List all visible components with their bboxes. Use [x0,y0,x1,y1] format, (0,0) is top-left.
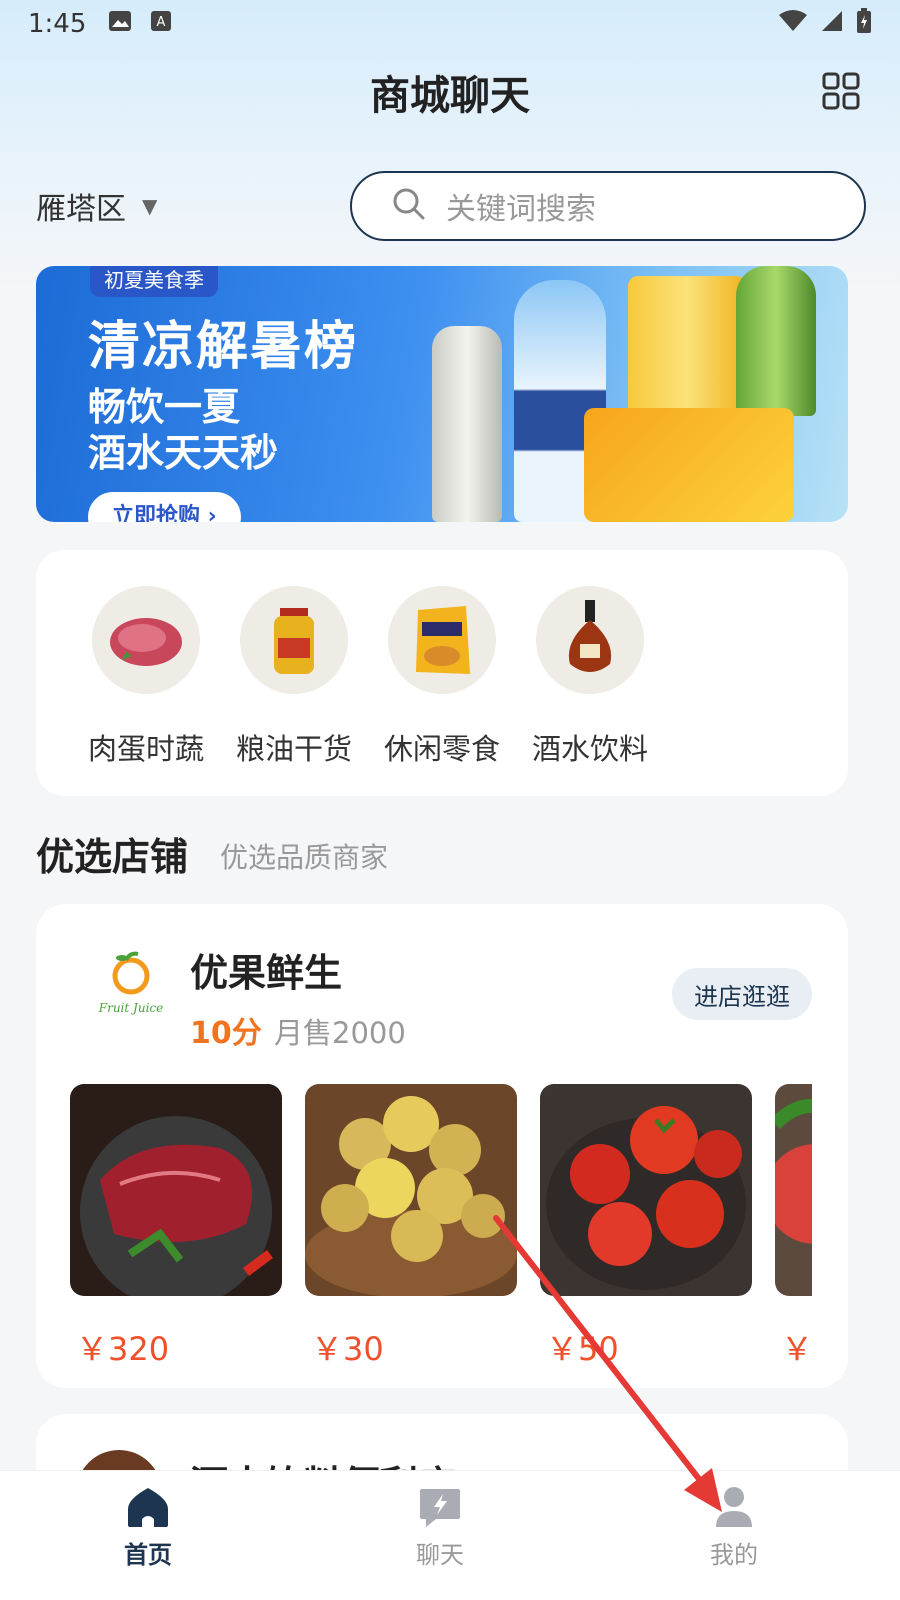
tab-home[interactable]: 首页 [88,1485,208,1570]
goods-item[interactable]: ￥30 [305,1084,517,1364]
search-placeholder: 关键词搜索 [446,192,596,227]
green-bottle-image [736,266,816,416]
goods-price: ￥1 [781,1330,812,1364]
svg-text:A: A [157,15,166,30]
goods-item[interactable]: ￥320 [70,1084,282,1364]
promo-banner[interactable]: 初夏美食季 清凉解暑榜 畅饮一夏 酒水天天秒 立即抢购 › [36,266,848,522]
store-monthly-sales: 月售2000 [274,1016,406,1050]
bottom-tab-bar: 首页 聊天 我的 [0,1470,900,1600]
tab-chat[interactable]: 聊天 [380,1485,500,1570]
goods-item[interactable]: ￥1 [775,1084,812,1364]
home-icon [126,1485,170,1529]
meat-icon [92,586,200,694]
signal-icon [820,9,844,40]
tab-label: 聊天 [416,1541,464,1569]
banner-cta-button[interactable]: 立即抢购 › [88,492,241,522]
enter-store-button[interactable]: 进店逛逛 [672,968,812,1020]
goods-price: ￥320 [76,1330,170,1364]
banner-tag: 初夏美食季 [90,266,218,297]
gallery-icon [108,9,132,39]
status-bar: 1:45 A [0,0,900,48]
liquor-icon [536,586,644,694]
store-card[interactable]: Fruit Juice 优果鲜生 10分 月售2000 进店逛逛 ￥320 ￥3… [36,904,848,1388]
section-title: 优选店铺 [36,835,189,879]
goods-item[interactable]: ￥50 [540,1084,752,1364]
wheat-cake-box-image [584,408,794,522]
category-label: 肉蛋时蔬 [87,732,204,766]
store-logo-text: Fruit Juice [98,1001,163,1015]
dropdown-triangle-icon: ▼ [142,194,158,218]
category-item-meat[interactable]: 肉蛋时蔬 [72,586,220,768]
page-title: 商城聊天 [370,73,530,119]
status-time: 1:45 [28,9,87,39]
tomato-photo [540,1084,752,1296]
search-input[interactable]: 关键词搜索 [350,171,866,241]
section-subtitle: 优选品质商家 [220,841,389,874]
banner-headline: 清凉解暑榜 [88,317,359,377]
tab-profile[interactable]: 我的 [674,1485,794,1570]
tab-label: 我的 [710,1541,758,1569]
search-icon [392,187,426,225]
chat-icon [418,1485,462,1529]
battery-icon [856,7,872,41]
category-card: 肉蛋时蔬 粮油干货 休闲零食 酒水饮料 [36,550,848,796]
snack-icon [388,586,496,694]
category-label: 休闲零食 [383,732,500,766]
category-item-snacks[interactable]: 休闲零食 [368,586,516,768]
font-icon: A [150,9,172,39]
oil-icon [240,586,348,694]
category-label: 酒水饮料 [531,732,648,766]
location-label: 雁塔区 [36,192,126,227]
banner-line-2: 酒水天天秒 [88,431,279,475]
store-logo: Fruit Juice [86,948,176,1028]
goods-price: ￥50 [546,1330,619,1364]
category-label: 粮油干货 [235,732,352,766]
user-icon [712,1485,756,1529]
tab-label: 首页 [124,1541,172,1569]
category-item-grain-oil[interactable]: 粮油干货 [220,586,368,768]
app-header: 商城聊天 [0,60,900,124]
category-item-drinks[interactable]: 酒水饮料 [516,586,664,768]
sunscreen-bottle-image [432,326,502,522]
potato-photo [305,1084,517,1296]
store-score: 10分 [190,1016,262,1051]
location-selector[interactable]: 雁塔区 ▼ [36,184,350,228]
apple-photo [775,1084,812,1296]
location-search-row: 雁塔区 ▼ 关键词搜索 [36,170,866,242]
store-goods-list: ￥320 ￥30 ￥50 ￥1 [70,1084,812,1364]
beef-photo [70,1084,282,1296]
wifi-icon [778,9,808,40]
grid-menu-icon[interactable] [822,72,860,110]
store-name: 优果鲜生 [190,951,343,995]
goods-price: ￥30 [311,1330,384,1364]
